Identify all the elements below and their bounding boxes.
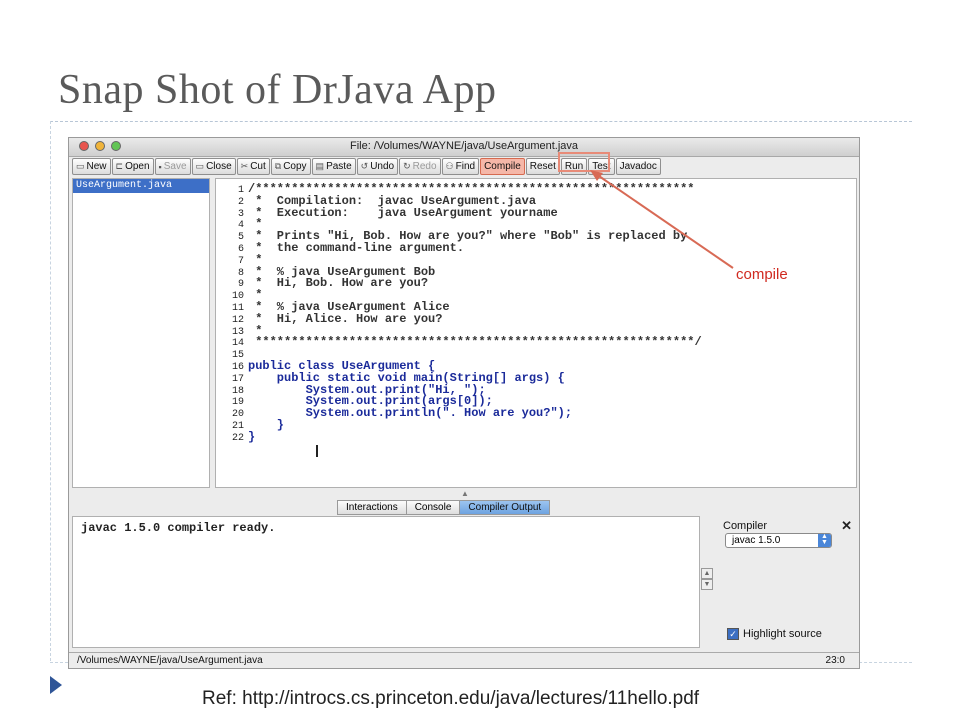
compile-button[interactable]: Compile [480, 158, 525, 175]
select-arrows-icon: ▲ ▼ [818, 533, 831, 547]
code-line: 2 * Compilation: javac UseArgument.java [216, 195, 536, 208]
open-button[interactable]: ⊏ Open [111, 158, 154, 175]
error-navigation: ▲ ▼ [701, 568, 713, 590]
binoculars-icon: ⚇ [445, 161, 454, 171]
code-text: * Hi, Alice. How are you? [248, 311, 443, 326]
open-folder-icon: ⊏ [115, 161, 124, 171]
code-line: 12 * Hi, Alice. How are you? [216, 311, 443, 326]
compile-button-label: Compile [484, 161, 521, 172]
text-caret [316, 445, 318, 457]
new-button[interactable]: ▭ New [72, 158, 111, 175]
javadoc-button-label: Javadoc [619, 161, 657, 172]
save-button-label: Save [163, 161, 187, 172]
code-editor[interactable]: 1/**************************************… [215, 178, 857, 488]
code-text: ****************************************… [248, 335, 702, 350]
next-error-icon[interactable]: ▼ [701, 579, 713, 590]
reset-button-label: Reset [529, 161, 556, 172]
code-text: } [248, 429, 256, 444]
new-file-icon: ▭ [76, 161, 85, 171]
redo-button-label: Redo [412, 161, 437, 172]
window-titlebar[interactable]: File: /Volumes/WAYNE/java/UseArgument.ja… [69, 138, 859, 157]
line-number: 22 [231, 432, 244, 444]
status-file-path: /Volumes/WAYNE/java/UseArgument.java [77, 655, 263, 666]
copy-button-label: Copy [283, 161, 307, 172]
code-line: 7 * [216, 254, 262, 267]
highlight-source-label: Highlight source [743, 628, 822, 640]
toolbar: ▭ New ⊏ Open ▪ Save ▭ Close ✂ Cut ⧉ Copy ▤ Paste ↺ Undo… [72, 157, 856, 176]
find-button-label: Find [455, 161, 476, 172]
file-list-item[interactable]: UseArgument.java [73, 179, 209, 193]
code-text: * Hi, Bob. How are you? [248, 276, 429, 291]
split-handle-icon[interactable]: ▲ [461, 489, 469, 498]
code-line: 14 *************************************… [216, 335, 702, 350]
save-icon: ▪ [158, 161, 162, 172]
close-button-label: Close [206, 161, 232, 172]
undo-button-label: Undo [370, 161, 395, 172]
cut-button[interactable]: ✂ Cut [236, 158, 270, 175]
find-button[interactable]: ⚇ Find [441, 158, 480, 175]
compiler-output-text: javac 1.5.0 compiler ready. [81, 521, 276, 535]
slide-title: Snap Shot of DrJava App [58, 67, 497, 113]
highlight-source-option[interactable]: ✓ Highlight source [727, 628, 822, 640]
file-list: UseArgument.java [72, 178, 210, 488]
paste-icon: ▤ [315, 161, 325, 171]
highlight-source-checkbox[interactable]: ✓ [727, 628, 739, 640]
paste-button[interactable]: ▤ Paste [311, 158, 356, 175]
copy-button[interactable]: ⧉ Copy [270, 158, 311, 175]
bottom-tabs: Interactions Console Compiler Output [337, 500, 551, 515]
paste-button-label: Paste [326, 161, 352, 172]
bullet-arrow-icon [50, 676, 62, 694]
open-button-label: Open [125, 161, 150, 172]
compiler-output-pane[interactable]: javac 1.5.0 compiler ready. [72, 516, 700, 648]
new-button-label: New [86, 161, 107, 172]
code-text: * Execution: java UseArgument yourname [248, 205, 558, 220]
code-line: 17 public static void main(String[] args… [216, 372, 565, 385]
close-button[interactable]: ▭ Close [191, 158, 236, 175]
status-cursor-position: 23:0 [825, 655, 845, 666]
code-text: System.out.println(". How are you?"); [248, 406, 573, 421]
tab-console[interactable]: Console [405, 500, 461, 515]
title-divider [50, 121, 912, 122]
reference-text: Ref: http://introcs.cs.princeton.edu/jav… [202, 688, 700, 709]
scissors-icon: ✂ [240, 161, 249, 171]
compile-annotation-label: compile [736, 266, 788, 283]
redo-button[interactable]: ↻ Redo [399, 158, 441, 175]
close-panel-icon[interactable]: ✕ [841, 518, 852, 534]
javadoc-button[interactable]: Javadoc [615, 158, 661, 175]
code-line: 3 * Execution: java UseArgument yourname [216, 205, 558, 220]
undo-button[interactable]: ↺ Undo [356, 158, 399, 175]
reset-button[interactable]: Reset [525, 158, 560, 175]
code-line: 22} [216, 429, 256, 444]
compiler-select-value: javac 1.5.0 [732, 535, 781, 546]
previous-error-icon[interactable]: ▲ [701, 568, 713, 579]
undo-icon: ↺ [360, 161, 369, 171]
window-title: File: /Volumes/WAYNE/java/UseArgument.ja… [349, 140, 579, 152]
status-bar: /Volumes/WAYNE/java/UseArgument.java 23:… [69, 652, 859, 668]
left-divider [50, 121, 51, 661]
close-file-icon: ▭ [195, 161, 205, 171]
compiler-select[interactable]: javac 1.5.0 ▲ ▼ [725, 533, 832, 548]
tab-interactions[interactable]: Interactions [337, 500, 407, 515]
code-text: * the command-line argument. [248, 241, 465, 255]
cut-button-label: Cut [250, 161, 266, 172]
tab-compiler-output[interactable]: Compiler Output [459, 500, 551, 515]
compile-highlight-box [558, 152, 610, 172]
compiler-label: Compiler [723, 520, 768, 532]
copy-icon: ⧉ [274, 161, 282, 171]
redo-icon: ↻ [403, 161, 411, 171]
save-button[interactable]: ▪ Save [154, 158, 191, 175]
drjava-window: File: /Volumes/WAYNE/java/UseArgument.ja… [68, 137, 860, 669]
compiler-panel: Compiler ✕ javac 1.5.0 ▲ ▼ ✓ Highlight so… [719, 516, 854, 648]
